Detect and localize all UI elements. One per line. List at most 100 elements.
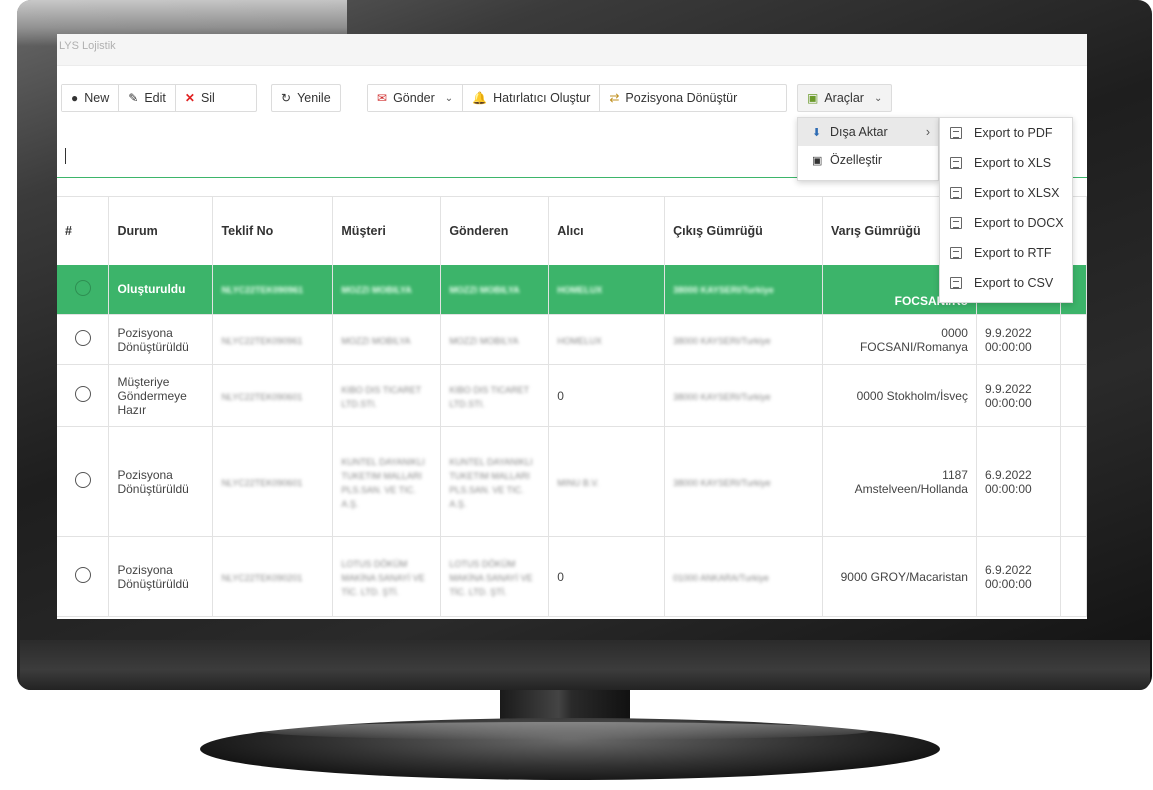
menu-item-label: Export to RTF bbox=[974, 246, 1052, 260]
status-cell: Oluşturuldu bbox=[108, 264, 214, 315]
toolbar: ● New ✎ Edit ✕ Sil ↻ Yenile ✉ Gönder ⌄ 🔔 Hatırl… bbox=[57, 84, 1087, 114]
send-button[interactable]: ✉ Gönder ⌄ bbox=[368, 85, 464, 111]
file-export-icon bbox=[950, 157, 962, 169]
edit-button[interactable]: ✎ Edit bbox=[119, 85, 176, 111]
refresh-icon: ↻ bbox=[281, 91, 292, 105]
row-radio[interactable] bbox=[74, 472, 91, 488]
receiver-cell: HOMELUX bbox=[557, 285, 603, 296]
bell-icon: 🔔 bbox=[472, 91, 488, 105]
sender-cell: KIBO DIS TICARET LTD.STI. bbox=[449, 384, 529, 409]
customer-cell: MOZZI MOBILYA bbox=[341, 285, 412, 296]
convert-to-position-button[interactable]: ⇄ Pozisyona Dönüştür bbox=[600, 85, 747, 111]
text-caret bbox=[65, 148, 66, 164]
receiver-cell: 0 bbox=[548, 536, 666, 617]
menu-item-label: Export to XLSX bbox=[974, 186, 1060, 200]
column-header[interactable]: Teklif No bbox=[212, 196, 334, 265]
convert-icon: ⇄ bbox=[609, 91, 620, 105]
customize-icon: ▣ bbox=[812, 154, 823, 167]
column-header[interactable]: Alıcı bbox=[548, 196, 666, 265]
app-title: LYS Lojistik bbox=[57, 34, 1087, 66]
app-screen: LYS Lojistik ● New ✎ Edit ✕ Sil ↻ Yenile ✉ Gö… bbox=[57, 34, 1087, 619]
export-csv-item[interactable]: Export to CSV bbox=[940, 268, 1072, 298]
receiver-cell: HOMELUX bbox=[557, 335, 602, 346]
offer-no-cell: NLYC22TEK090961 bbox=[221, 285, 304, 296]
edit-label: Edit bbox=[144, 91, 166, 105]
column-header[interactable]: Çıkış Gümrüğü bbox=[664, 196, 824, 265]
exit-customs-cell: 01000 ANKARA/Turkiye bbox=[673, 572, 769, 583]
export-rtf-item[interactable]: Export to RTF bbox=[940, 238, 1072, 268]
create-reminder-button[interactable]: 🔔 Hatırlatıcı Oluştur bbox=[463, 85, 601, 111]
offer-no-cell: NLYC22TEK090201 bbox=[221, 572, 303, 583]
row-radio[interactable] bbox=[74, 330, 91, 346]
table-header-row: # Durum Teklif No Müşteri Gönderen Alıcı… bbox=[57, 196, 1087, 265]
table-row[interactable]: Oluşturuldu NLYC22TEK090961 MOZZI MOBILY… bbox=[57, 264, 1087, 315]
exit-customs-cell: 38000 KAYSERI/Turkiye bbox=[673, 285, 774, 296]
customer-cell: MOZZI MOBILYA bbox=[341, 335, 411, 346]
tools-button[interactable]: ▣ Araçlar ⌄ bbox=[797, 84, 893, 112]
table-row[interactable]: Pozisyona Dönüştürüldü NLYC22TEK090601 K… bbox=[57, 426, 1087, 537]
table-row[interactable]: Pozisyona Dönüştürüldü NLYC22TEK090201 L… bbox=[57, 536, 1087, 617]
arrival-customs-cell: 0000 FOCSANI/Romanya bbox=[822, 314, 977, 365]
chevron-down-icon[interactable]: ⌄ bbox=[445, 93, 453, 104]
delete-button[interactable]: ✕ Sil bbox=[175, 85, 224, 111]
exit-customs-cell: 38000 KAYSERI/Turkiye bbox=[673, 335, 771, 346]
customer-cell: LOTUS DÖKÜM MAKİNA SANAYİ VE TİC. LTD. Ş… bbox=[341, 558, 425, 597]
plus-circle-icon: ● bbox=[71, 91, 79, 105]
menu-item-label: Export to CSV bbox=[974, 276, 1054, 290]
column-header[interactable]: Gönderen bbox=[440, 196, 550, 265]
pencil-icon: ✎ bbox=[128, 91, 139, 105]
customer-cell: KIBO DIS TICARET LTD.STI. bbox=[341, 384, 422, 409]
status-cell: Pozisyona Dönüştürüldü bbox=[108, 426, 214, 537]
chevron-down-icon: ⌄ bbox=[873, 92, 883, 104]
refresh-label: Yenile bbox=[297, 91, 331, 105]
column-header[interactable]: # bbox=[57, 196, 110, 265]
export-xls-item[interactable]: Export to XLS bbox=[940, 148, 1072, 178]
file-export-icon bbox=[950, 187, 962, 199]
new-label: New bbox=[84, 91, 110, 105]
sender-cell: LOTUS DÖKÜM MAKİNA SANAYİ VE TİC. LTD. Ş… bbox=[449, 558, 533, 597]
convert-label: Pozisyona Dönüştür bbox=[625, 91, 738, 105]
refresh-button[interactable]: ↻ Yenile bbox=[271, 84, 341, 112]
customer-cell: KUNTEL DAYANIKLI TUKETIM MALLARI PLS.SAN… bbox=[341, 456, 425, 509]
file-export-icon bbox=[950, 247, 962, 259]
row-radio[interactable] bbox=[74, 567, 91, 583]
menu-item-label: Export to DOCX bbox=[974, 216, 1064, 230]
monitor-frame: LYS Lojistik ● New ✎ Edit ✕ Sil ↻ Yenile ✉ Gö… bbox=[0, 0, 1153, 790]
crud-group: ● New ✎ Edit ✕ Sil bbox=[61, 84, 257, 112]
sender-cell: MOZZI MOBILYA bbox=[449, 335, 519, 346]
offer-no-cell: NLYC22TEK090601 bbox=[221, 477, 303, 488]
date-cell: 9.9.2022 00:00:00 bbox=[976, 314, 1061, 365]
export-xlsx-item[interactable]: Export to XLSX bbox=[940, 178, 1072, 208]
date-cell: 9.9.2022 00:00:00 bbox=[976, 364, 1061, 427]
menu-item-label: Export to PDF bbox=[974, 126, 1053, 140]
arrival-customs-cell: 9000 GROY/Macaristan bbox=[822, 536, 977, 617]
send-label: Gönder bbox=[393, 91, 435, 105]
new-button[interactable]: ● New bbox=[62, 85, 120, 111]
chevron-right-icon: › bbox=[925, 125, 930, 139]
date-cell: 6.9.2022 00:00:00 bbox=[976, 536, 1061, 617]
column-header[interactable]: Müşteri bbox=[332, 196, 442, 265]
tools-dropdown: ⬇ Dışa Aktar › ▣ Özelleştir bbox=[797, 117, 939, 181]
arrival-customs-cell: 1187 Amstelveen/Hollanda bbox=[822, 426, 977, 537]
export-docx-item[interactable]: Export to DOCX bbox=[940, 208, 1072, 238]
menu-item-export[interactable]: ⬇ Dışa Aktar › bbox=[798, 118, 938, 146]
table-row[interactable]: Pozisyona Dönüştürüldü NLYC22TEK090961 M… bbox=[57, 314, 1087, 365]
action-group: ✉ Gönder ⌄ 🔔 Hatırlatıcı Oluştur ⇄ Pozisyona… bbox=[367, 84, 787, 112]
column-header[interactable]: Durum bbox=[108, 196, 214, 265]
menu-item-label: Export to XLS bbox=[974, 156, 1052, 170]
tools-label: Araçlar bbox=[824, 91, 864, 105]
row-radio[interactable] bbox=[74, 279, 91, 296]
sender-cell: MOZZI MOBILYA bbox=[449, 285, 520, 296]
receiver-cell: 0 bbox=[548, 364, 666, 427]
menu-item-customize[interactable]: ▣ Özelleştir bbox=[798, 146, 938, 174]
export-pdf-item[interactable]: Export to PDF bbox=[940, 118, 1072, 148]
row-radio[interactable] bbox=[74, 386, 91, 402]
export-submenu: Export to PDF Export to XLS Export to XL… bbox=[939, 117, 1073, 303]
exit-customs-cell: 38000 KAYSERI/Turkiye bbox=[673, 391, 771, 402]
file-export-icon bbox=[950, 127, 962, 139]
status-cell: Pozisyona Dönüştürüldü bbox=[108, 314, 214, 365]
close-icon: ✕ bbox=[184, 91, 195, 105]
offer-no-cell: NLYC22TEK090601 bbox=[221, 391, 303, 402]
table-row[interactable]: Müşteriye Göndermeye Hazır NLYC22TEK0906… bbox=[57, 364, 1087, 427]
menu-item-label: Dışa Aktar bbox=[830, 125, 888, 139]
